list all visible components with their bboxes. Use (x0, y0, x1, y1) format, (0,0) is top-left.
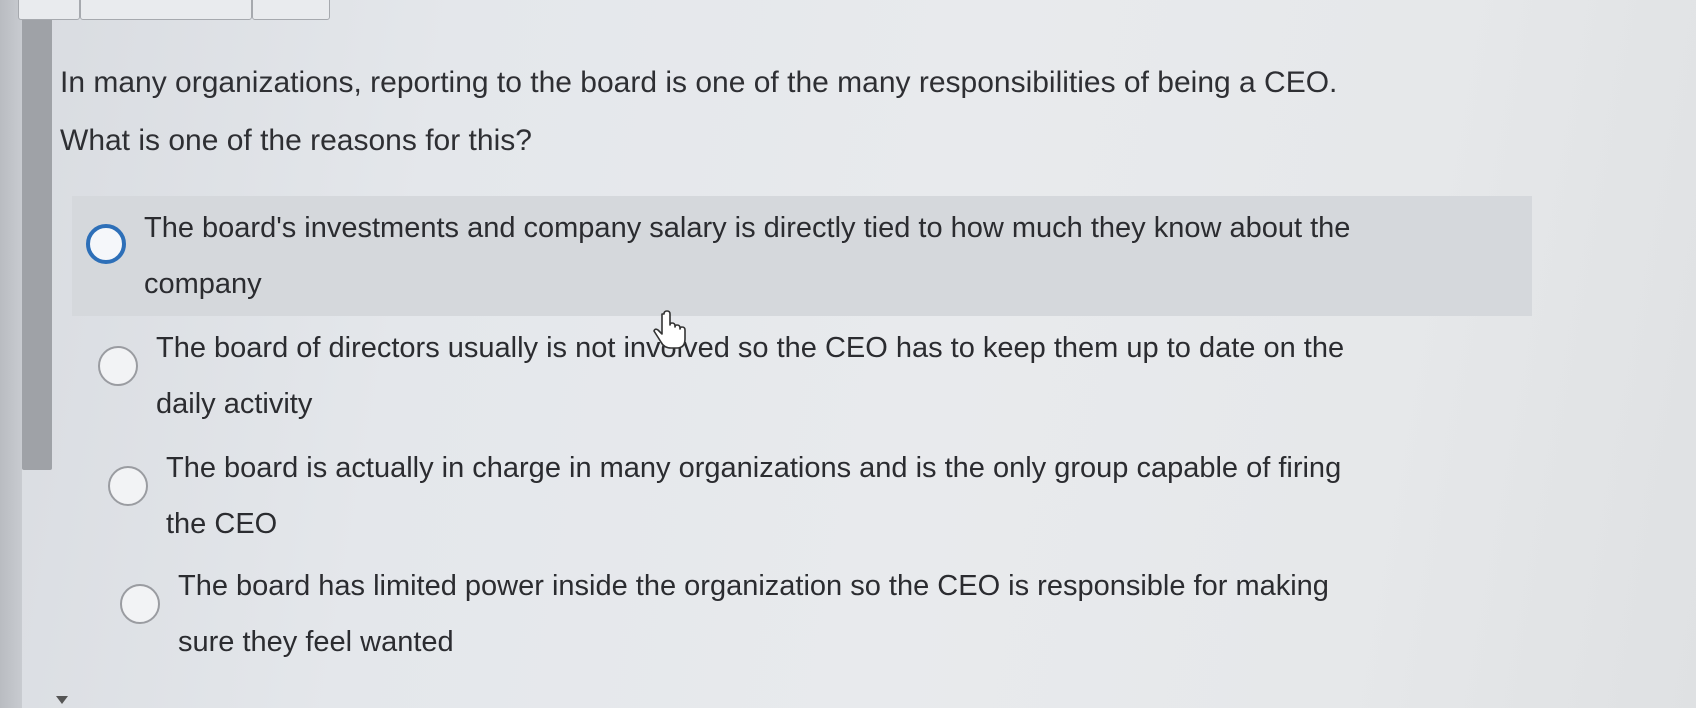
radio-button-icon[interactable] (98, 346, 138, 386)
answer-option-line-2: sure they feel wanted (178, 626, 454, 658)
answer-option-line-1: The board's investments and company sala… (144, 212, 1351, 244)
answer-option-line-1: The board is actually in charge in many … (166, 452, 1342, 484)
answer-option-line-1: The board has limited power inside the o… (178, 570, 1329, 602)
answer-option-3[interactable]: The board is actually in charge in many … (96, 440, 1556, 560)
top-tab[interactable] (80, 0, 252, 20)
answer-option-4[interactable]: The board has limited power inside the o… (108, 558, 1568, 678)
answer-option-1[interactable]: The board's investments and company sala… (72, 196, 1532, 316)
question-text: In many organizations, reporting to the … (60, 54, 1580, 170)
answer-option-line-1: The board of directors usually is not in… (156, 332, 1345, 364)
scrollbar-thumb[interactable] (22, 10, 52, 470)
radio-button-icon[interactable] (108, 466, 148, 506)
radio-button-icon[interactable] (86, 224, 126, 264)
answer-option-line-2: the CEO (166, 508, 278, 540)
answer-option-line-2: company (144, 268, 262, 300)
top-tab-strip (0, 0, 340, 20)
answer-option-label: The board of directors usually is not in… (156, 320, 1344, 432)
question-line-1: In many organizations, reporting to the … (60, 66, 1338, 99)
radio-button-icon[interactable] (120, 584, 160, 624)
scroll-down-arrow-icon[interactable] (56, 696, 68, 704)
top-tab[interactable] (18, 0, 80, 20)
question-line-2: What is one of the reasons for this? (60, 124, 532, 157)
hand-pointer-icon (653, 310, 686, 349)
answer-option-label: The board has limited power inside the o… (178, 558, 1329, 670)
answer-option-2[interactable]: The board of directors usually is not in… (86, 320, 1546, 440)
left-edge-panel (0, 0, 22, 708)
answer-option-label: The board is actually in charge in many … (166, 440, 1341, 552)
answer-option-label: The board's investments and company sala… (144, 200, 1350, 312)
top-tab[interactable] (252, 0, 330, 20)
answer-option-line-2: daily activity (156, 388, 313, 420)
